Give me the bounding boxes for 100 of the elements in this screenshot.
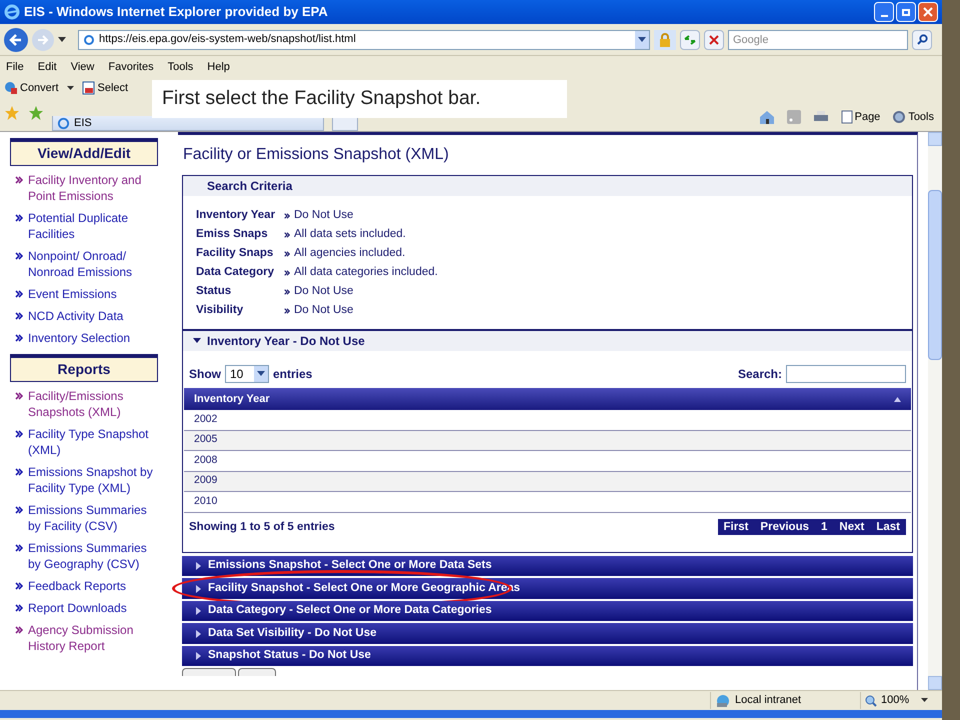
collapse-triangle-icon (194, 607, 202, 615)
sidebar-link[interactable]: Nonpoint/ Onroad/ Nonroad Emissions (28, 248, 158, 280)
dropdown-arrow-icon[interactable] (66, 86, 74, 90)
sidebar-link[interactable]: Facility Type Snapshot (XML) (28, 426, 158, 458)
sidebar-link[interactable]: Report Downloads (28, 600, 127, 616)
table-search-field[interactable] (786, 365, 906, 383)
dropdown-arrow-icon (257, 371, 265, 377)
back-button[interactable] (4, 28, 28, 52)
double-chevron-icon (15, 626, 23, 634)
criteria-value: Do Not Use (294, 284, 354, 300)
stop-button[interactable] (704, 30, 724, 50)
dropdown-arrow-icon[interactable] (58, 36, 66, 42)
collapse-triangle-icon (194, 584, 202, 592)
menu-item[interactable]: Favorites (108, 58, 154, 76)
close-icon (923, 7, 933, 17)
double-chevron-icon (15, 506, 23, 514)
pagination-button[interactable]: 1 (815, 519, 834, 536)
double-chevron-icon (15, 468, 23, 476)
criteria-value: Do Not Use (294, 208, 354, 224)
column-header[interactable]: Inventory Year (184, 388, 911, 410)
tools-menu-button[interactable]: Tools (908, 108, 934, 125)
cut-off-button[interactable] (238, 668, 276, 676)
document-select-icon[interactable] (82, 81, 96, 95)
globe-computer-icon (715, 694, 731, 708)
accordion-header[interactable]: Snapshot Status - Do Not Use (182, 646, 913, 666)
page-size-select[interactable]: 10 (225, 365, 269, 383)
double-chevron-icon (15, 290, 23, 298)
search-label: Search: (738, 366, 782, 383)
sidebar-link[interactable]: Emissions Summaries by Facility (CSV) (28, 502, 158, 534)
caption-callout: First select the Facility Snapshot bar. (152, 80, 567, 118)
accordion-header[interactable]: Inventory Year - Do Not Use (183, 331, 912, 351)
accordion-header[interactable]: Data Category - Select One or More Data Categories (182, 600, 913, 622)
table-cell: 2009 (184, 472, 911, 492)
criteria-value: All data categories included. (294, 265, 438, 280)
refresh-button[interactable] (680, 30, 700, 50)
criteria-label: Status (196, 284, 232, 300)
convert-button[interactable]: Convert (20, 80, 59, 96)
browser-logo-icon (4, 4, 20, 20)
page-menu-button[interactable]: Page (854, 108, 880, 125)
lock-icon (654, 30, 676, 50)
cut-off-button[interactable] (182, 668, 236, 676)
double-chevron-icon (15, 604, 23, 612)
pagination-button[interactable]: First (718, 519, 754, 536)
refresh-arrows-icon (684, 34, 696, 44)
pagination-button[interactable]: Previous (754, 519, 815, 536)
entries-label: entries (273, 366, 312, 383)
table-info: Showing 1 to 5 of 5 entries (189, 520, 335, 534)
close-icon (709, 34, 719, 44)
printer-icon[interactable] (812, 110, 829, 124)
zoom-control[interactable]: 100% (860, 692, 942, 709)
menu-item[interactable]: Help (207, 58, 230, 76)
select-button[interactable]: Select (98, 80, 128, 96)
forward-arrow-icon (37, 34, 49, 46)
double-chevron-icon (15, 252, 23, 260)
star-icon[interactable] (4, 105, 20, 121)
sidebar-link[interactable]: Feedback Reports (28, 578, 126, 594)
sidebar-link[interactable]: Emissions Snapshot by Facility Type (XML) (28, 464, 158, 496)
menu-item[interactable]: Edit (38, 58, 57, 76)
double-chevron-icon (15, 214, 23, 222)
accordion-header[interactable]: Emissions Snapshot - Select One or More Data Sets (182, 556, 913, 576)
criteria-label: Inventory Year (196, 208, 276, 224)
table-cell: 2005 (184, 430, 911, 451)
add-star-icon[interactable] (28, 105, 44, 121)
sidebar-heading: View/Add/Edit (10, 138, 158, 166)
dropdown-arrow-icon (921, 698, 928, 703)
sidebar-link[interactable]: Facility Inventory and Point Emissions (28, 172, 158, 204)
sidebar-link[interactable]: NCD Activity Data (28, 308, 124, 324)
sidebar-link[interactable]: Potential Duplicate Facilities (28, 210, 158, 242)
double-chevron-icon (284, 232, 290, 238)
double-chevron-icon (284, 270, 290, 276)
criteria-label: Facility Snaps (196, 246, 274, 262)
accordion-header[interactable]: Data Set Visibility - Do Not Use (182, 623, 913, 644)
close-button[interactable] (918, 2, 938, 22)
convert-icon[interactable] (4, 81, 18, 95)
criteria-value: Do Not Use (294, 303, 354, 318)
page-title: Facility or Emissions Snapshot (XML) (182, 145, 450, 165)
double-chevron-icon (15, 430, 23, 438)
menu-item[interactable]: View (70, 58, 94, 76)
sidebar-heading: Reports (10, 354, 158, 382)
zoom-icon (865, 694, 877, 706)
sidebar-link[interactable]: Event Emissions (28, 286, 117, 302)
browser-tab[interactable]: EIS (52, 116, 324, 131)
pagination-button[interactable]: Last (870, 519, 906, 536)
search-field[interactable]: Google (728, 30, 908, 50)
double-chevron-icon (284, 308, 290, 314)
sidebar-link[interactable]: Agency Submission History Report (28, 622, 158, 654)
menu-item[interactable]: Tools (168, 58, 194, 76)
sidebar-link[interactable]: Facility/Emissions Snapshots (XML) (28, 388, 158, 420)
vertical-scrollbar[interactable] (928, 132, 942, 690)
sidebar-link[interactable]: Inventory Selection (28, 330, 130, 346)
pagination-button[interactable]: Next (833, 519, 870, 536)
search-button[interactable] (912, 30, 932, 50)
restore-button[interactable] (896, 2, 916, 22)
sidebar-link[interactable]: Emissions Summaries by Geography (CSV) (28, 540, 158, 572)
criteria-label: Data Category (196, 265, 275, 280)
menu-item[interactable]: File (6, 58, 24, 76)
collapse-triangle-icon (194, 652, 202, 660)
home-icon[interactable] (758, 108, 775, 125)
double-chevron-icon (284, 289, 290, 295)
minimize-button[interactable] (874, 2, 894, 22)
